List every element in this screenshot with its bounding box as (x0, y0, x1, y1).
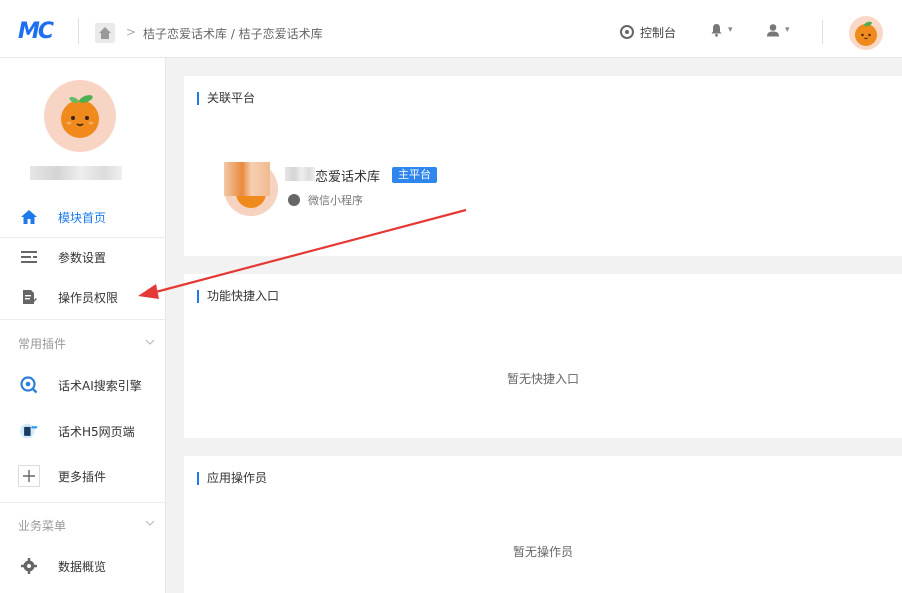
sidebar-item-operator-permissions[interactable]: 操作员权限 (0, 277, 166, 317)
home-icon (20, 208, 38, 226)
user-avatar[interactable] (849, 16, 883, 50)
blurred-platform-avatar (224, 162, 270, 196)
notifications-button[interactable]: ▾ (710, 23, 733, 37)
chevron-down-icon[interactable] (145, 337, 155, 347)
main-platform-badge: 主平台 (392, 167, 437, 183)
console-label: 控制台 (640, 25, 677, 40)
platform-type-label: 微信小程序 (308, 194, 363, 207)
sidebar-item-data-overview[interactable]: 数据概览 (0, 546, 166, 586)
empty-state-text: 暂无快捷入口 (506, 372, 579, 386)
user-menu-button[interactable]: ▾ (766, 23, 790, 37)
mini-program-icon (288, 194, 300, 206)
top-divider (822, 20, 823, 44)
sidebar-item-label: 操作员权限 (58, 290, 119, 305)
sidebar-item-h5-page[interactable]: 话术H5网页端 (0, 411, 166, 451)
chevron-down-icon[interactable] (145, 518, 155, 528)
sidebar-item-home[interactable]: 模块首页 (0, 197, 166, 237)
sidebar-item-label: 参数设置 (58, 250, 107, 265)
breadcrumb[interactable]: 桔子恋爱话术库 / 桔子恋爱话术库 (143, 25, 323, 42)
platform-name: 恋爱话术库 (315, 170, 381, 185)
blurred-platform-name (285, 167, 315, 181)
app-logo[interactable]: MC (18, 20, 54, 44)
sidebar: 模块首页 参数设置 操作员权限 常用插件 话术AI搜索引擎 话术H5网页端 更多… (0, 58, 166, 593)
blurred-app-name (30, 166, 122, 180)
quick-entry-panel: 功能快捷入口 暂无快捷入口 (184, 274, 902, 438)
sidebar-item-label: 话术AI搜索引擎 (58, 378, 142, 393)
sidebar-item-label: 模块首页 (58, 210, 107, 225)
chevron-down-icon: ▾ (785, 25, 790, 35)
divider (0, 319, 166, 320)
app-avatar (44, 80, 116, 152)
panel-title: 关联平台 (197, 92, 255, 105)
divider (0, 502, 166, 503)
section-title-common-plugins: 常用插件 (18, 337, 67, 351)
h5-page-icon (20, 422, 38, 440)
sidebar-item-label: 更多插件 (58, 469, 107, 484)
operators-panel: 应用操作员 暂无操作员 (184, 456, 902, 593)
section-title-business-menu: 业务菜单 (18, 519, 67, 533)
home-icon[interactable] (95, 23, 115, 43)
plus-icon (18, 465, 40, 487)
panel-title: 应用操作员 (197, 472, 267, 485)
sidebar-item-ai-search[interactable]: 话术AI搜索引擎 (0, 365, 166, 405)
platform-type: 微信小程序 (288, 192, 363, 208)
linked-platform-panel: 关联平台 恋爱话术库 主平台 微信小程序 (184, 76, 902, 256)
document-edit-icon (20, 288, 38, 306)
sidebar-item-settings[interactable]: 参数设置 (0, 237, 166, 277)
breadcrumb-separator: > (126, 25, 137, 39)
gear-icon (20, 557, 38, 575)
chevron-down-icon: ▾ (728, 25, 733, 35)
settings-list-icon (20, 248, 38, 266)
empty-state-text: 暂无操作员 (512, 545, 573, 559)
ai-search-icon (20, 376, 38, 394)
bell-icon (711, 24, 722, 37)
panel-title: 功能快捷入口 (197, 290, 279, 303)
top-bar: MC > 桔子恋爱话术库 / 桔子恋爱话术库 控制台 ▾ ▾ (0, 0, 902, 58)
user-icon (767, 24, 779, 37)
top-divider (78, 18, 79, 44)
target-icon (620, 25, 634, 39)
console-link[interactable]: 控制台 (620, 23, 676, 41)
sidebar-item-more-plugins[interactable]: 更多插件 (0, 456, 166, 496)
sidebar-item-label: 话术H5网页端 (58, 424, 135, 439)
sidebar-item-label: 数据概览 (58, 559, 107, 574)
